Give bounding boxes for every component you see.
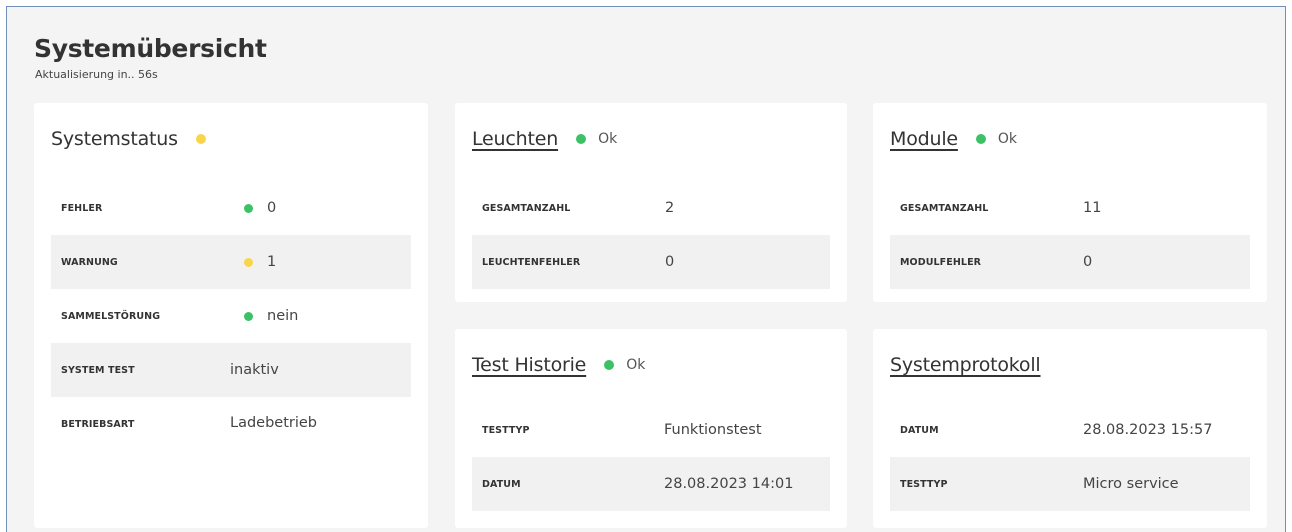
table-row: BETRIEBSART Ladebetrieb	[51, 397, 411, 451]
row-label: DATUM	[482, 478, 521, 490]
row-label: FEHLER	[61, 202, 103, 214]
card-title: Systemstatus	[51, 128, 206, 150]
row-label: TESTTYP	[482, 424, 530, 436]
status-dot-green	[576, 134, 587, 144]
row-value: 0	[665, 254, 675, 270]
systemprotokoll-rows: DATUM 28.08.2023 15:57 TESTTYP Micro ser…	[890, 403, 1250, 511]
row-value: 1	[244, 254, 276, 270]
page-title: Systemübersicht	[34, 34, 267, 63]
sammelstoerung-value: nein	[267, 308, 299, 324]
table-row: SYSTEM TEST inaktiv	[51, 343, 411, 397]
card-title: Systemprotokoll	[890, 354, 1041, 376]
leuchten-card: Leuchten Ok GESAMTANZAHL 2 LEUCHTENFEHLE…	[455, 103, 847, 302]
test-historie-status: Ok	[626, 357, 646, 373]
status-dot-green	[975, 134, 986, 144]
warnung-value: 1	[267, 254, 277, 270]
systemstatus-rows: FEHLER 0 WARNUNG 1 SAMMELSTÖRUNG nein SY…	[51, 181, 411, 451]
systemprotokoll-link[interactable]: Systemprotokoll	[890, 354, 1041, 376]
module-status: Ok	[997, 131, 1018, 147]
card-title: Module Ok	[890, 128, 1017, 150]
card-title: Test Historie Ok	[472, 354, 645, 376]
dashboard-frame: Systemübersicht Aktualisierung in.. 56s …	[6, 6, 1286, 532]
row-value: 2	[665, 200, 675, 216]
table-row: GESAMTANZAHL 2	[472, 181, 830, 235]
status-dot-green	[604, 360, 615, 370]
row-value: 28.08.2023 14:01	[664, 476, 794, 492]
systemstatus-title: Systemstatus	[51, 128, 178, 150]
row-value: nein	[244, 308, 298, 324]
row-value: 0	[244, 200, 276, 216]
table-row: WARNUNG 1	[51, 235, 411, 289]
row-label: LEUCHTENFEHLER	[482, 256, 581, 268]
test-historie-link[interactable]: Test Historie	[472, 354, 586, 376]
row-label: GESAMTANZAHL	[900, 202, 989, 214]
row-label: DATUM	[900, 424, 939, 436]
systemstatus-indicator-dot	[195, 134, 206, 144]
row-value: Ladebetrieb	[230, 415, 318, 431]
leuchten-link[interactable]: Leuchten	[472, 128, 558, 150]
module-rows: GESAMTANZAHL 11 MODULFEHLER 0	[890, 181, 1250, 289]
card-title: Leuchten Ok	[472, 128, 617, 150]
module-link[interactable]: Module	[890, 128, 958, 150]
row-label: MODULFEHLER	[900, 256, 982, 268]
table-row: DATUM 28.08.2023 15:57	[890, 403, 1250, 457]
row-value: 28.08.2023 15:57	[1083, 422, 1213, 438]
table-row: SAMMELSTÖRUNG nein	[51, 289, 411, 343]
refresh-countdown: Aktualisierung in.. 56s	[35, 68, 158, 81]
row-label: TESTTYP	[900, 478, 948, 490]
row-value: 11	[1083, 200, 1102, 216]
systemprotokoll-card: Systemprotokoll DATUM 28.08.2023 15:57 T…	[873, 329, 1267, 528]
table-row: FEHLER 0	[51, 181, 411, 235]
status-dot-green	[244, 311, 253, 321]
row-label: BETRIEBSART	[61, 419, 135, 430]
fehler-value: 0	[267, 200, 277, 216]
row-value: Micro service	[1083, 476, 1179, 492]
status-dot-green	[244, 203, 253, 213]
row-label: WARNUNG	[61, 256, 118, 268]
table-row: TESTTYP Micro service	[890, 457, 1250, 511]
leuchten-rows: GESAMTANZAHL 2 LEUCHTENFEHLER 0	[472, 181, 830, 289]
test-historie-card: Test Historie Ok TESTTYP Funktionstest D…	[455, 329, 847, 528]
module-card: Module Ok GESAMTANZAHL 11 MODULFEHLER 0	[873, 103, 1267, 302]
systemstatus-card: Systemstatus FEHLER 0 WARNUNG 1 SAMMELST…	[34, 103, 428, 528]
row-value: 0	[1083, 254, 1093, 270]
table-row: GESAMTANZAHL 11	[890, 181, 1250, 235]
table-row: TESTTYP Funktionstest	[472, 403, 830, 457]
table-row: MODULFEHLER 0	[890, 235, 1250, 289]
row-value: Funktionstest	[664, 422, 762, 438]
test-historie-rows: TESTTYP Funktionstest DATUM 28.08.2023 1…	[472, 403, 830, 511]
row-label: SYSTEM TEST	[61, 364, 135, 376]
status-dot-yellow	[244, 257, 253, 267]
row-label: SAMMELSTÖRUNG	[61, 310, 161, 322]
leuchten-status: Ok	[598, 131, 618, 147]
table-row: DATUM 28.08.2023 14:01	[472, 457, 830, 511]
table-row: LEUCHTENFEHLER 0	[472, 235, 830, 289]
row-value: inaktiv	[230, 362, 279, 378]
row-label: GESAMTANZAHL	[482, 202, 571, 214]
